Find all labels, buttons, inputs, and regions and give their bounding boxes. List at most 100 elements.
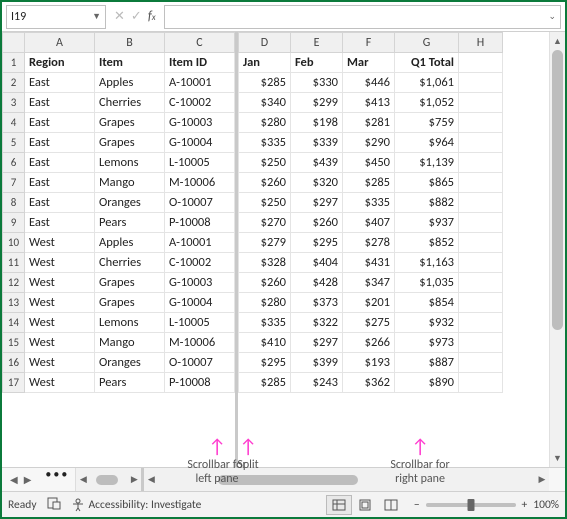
right-pane-hscrollbar[interactable]: ◀ ▶ [141,468,549,491]
data-cell[interactable]: $260 [291,213,343,233]
header-cell[interactable]: Jan [239,53,291,73]
data-cell[interactable]: East [25,173,95,193]
data-cell[interactable]: East [25,113,95,133]
data-cell[interactable]: $330 [291,73,343,93]
macro-record-icon[interactable] [47,496,61,514]
column-header[interactable]: F [343,33,395,53]
data-cell[interactable]: O-10007 [165,193,235,213]
data-cell[interactable]: $882 [395,193,459,213]
data-cell[interactable]: $297 [291,333,343,353]
data-cell[interactable]: $198 [291,113,343,133]
row-header[interactable]: 16 [3,353,25,373]
data-cell[interactable]: West [25,293,95,313]
data-cell[interactable]: $362 [343,373,395,393]
data-cell[interactable]: Apples [95,73,165,93]
data-cell[interactable]: G-10003 [165,273,235,293]
fx-icon[interactable]: fx [148,9,156,24]
formula-input[interactable]: ⌄ [164,5,561,29]
data-cell[interactable]: A-10001 [165,233,235,253]
data-cell[interactable]: $1,052 [395,93,459,113]
data-cell[interactable]: West [25,353,95,373]
column-header[interactable]: B [95,33,165,53]
data-cell[interactable]: West [25,373,95,393]
data-cell[interactable] [459,313,503,333]
prev-sheet-icon[interactable]: ◀ [10,473,18,486]
data-cell[interactable]: Pears [95,373,165,393]
column-header[interactable]: C [165,33,235,53]
accessibility-status[interactable]: Accessibility: Investigate [71,498,202,512]
zoom-out-button[interactable]: − [414,498,420,512]
row-header[interactable]: 11 [3,253,25,273]
scrollbar-thumb[interactable] [552,50,563,330]
data-cell[interactable]: $399 [291,353,343,373]
next-sheet-icon[interactable]: ▶ [24,473,32,486]
data-cell[interactable]: $973 [395,333,459,353]
column-header[interactable]: A [25,33,95,53]
data-cell[interactable]: $279 [239,233,291,253]
data-cell[interactable]: Mango [95,333,165,353]
data-cell[interactable]: Apples [95,233,165,253]
data-cell[interactable]: G-10004 [165,133,235,153]
data-cell[interactable]: Lemons [95,313,165,333]
scroll-right-icon[interactable]: ▶ [127,474,141,485]
data-cell[interactable]: $299 [291,93,343,113]
row-header[interactable]: 5 [3,133,25,153]
data-cell[interactable] [459,113,503,133]
cancel-icon[interactable]: ✕ [114,9,125,24]
data-cell[interactable]: $250 [239,193,291,213]
zoom-level[interactable]: 100% [533,498,559,512]
column-header[interactable]: D [239,33,291,53]
data-cell[interactable]: East [25,153,95,173]
data-cell[interactable]: $446 [343,73,395,93]
data-cell[interactable] [459,93,503,113]
data-cell[interactable]: Mango [95,173,165,193]
data-cell[interactable]: M-10006 [165,333,235,353]
data-cell[interactable] [459,213,503,233]
header-cell[interactable]: Mar [343,53,395,73]
data-cell[interactable] [459,73,503,93]
data-cell[interactable]: $1,035 [395,273,459,293]
data-cell[interactable] [459,133,503,153]
left-pane[interactable]: ABC1RegionItemItem ID2EastApplesA-100013… [2,32,235,467]
data-cell[interactable]: $243 [291,373,343,393]
row-header[interactable]: 13 [3,293,25,313]
scroll-down-icon[interactable]: ▼ [550,451,565,465]
column-header[interactable]: E [291,33,343,53]
data-cell[interactable]: $431 [343,253,395,273]
data-cell[interactable]: $193 [343,353,395,373]
enter-icon[interactable]: ✓ [131,9,142,24]
data-cell[interactable]: $275 [343,313,395,333]
data-cell[interactable]: P-10008 [165,213,235,233]
data-cell[interactable]: G-10004 [165,293,235,313]
data-cell[interactable] [459,253,503,273]
row-header[interactable]: 8 [3,193,25,213]
scroll-left-icon[interactable]: ◀ [144,474,158,485]
data-cell[interactable]: Cherries [95,253,165,273]
data-cell[interactable]: $339 [291,133,343,153]
data-cell[interactable]: $404 [291,253,343,273]
zoom-in-button[interactable]: + [522,498,528,512]
data-cell[interactable]: Cherries [95,93,165,113]
data-cell[interactable]: $285 [343,173,395,193]
data-cell[interactable]: C-10002 [165,253,235,273]
zoom-slider-knob[interactable] [467,499,474,511]
row-header[interactable]: 1 [3,53,25,73]
data-cell[interactable]: $320 [291,173,343,193]
scroll-left-icon[interactable]: ◀ [76,474,90,485]
column-header[interactable]: G [395,33,459,53]
data-cell[interactable]: Grapes [95,133,165,153]
data-cell[interactable]: $890 [395,373,459,393]
data-cell[interactable]: $250 [239,153,291,173]
data-cell[interactable]: L-10005 [165,313,235,333]
data-cell[interactable]: $335 [239,133,291,153]
data-cell[interactable] [459,53,503,73]
data-cell[interactable]: $428 [291,273,343,293]
data-cell[interactable] [459,293,503,313]
row-header[interactable]: 6 [3,153,25,173]
data-cell[interactable]: $201 [343,293,395,313]
data-cell[interactable]: $278 [343,233,395,253]
data-cell[interactable]: $1,139 [395,153,459,173]
row-header[interactable]: 2 [3,73,25,93]
data-cell[interactable]: $439 [291,153,343,173]
data-cell[interactable] [459,153,503,173]
